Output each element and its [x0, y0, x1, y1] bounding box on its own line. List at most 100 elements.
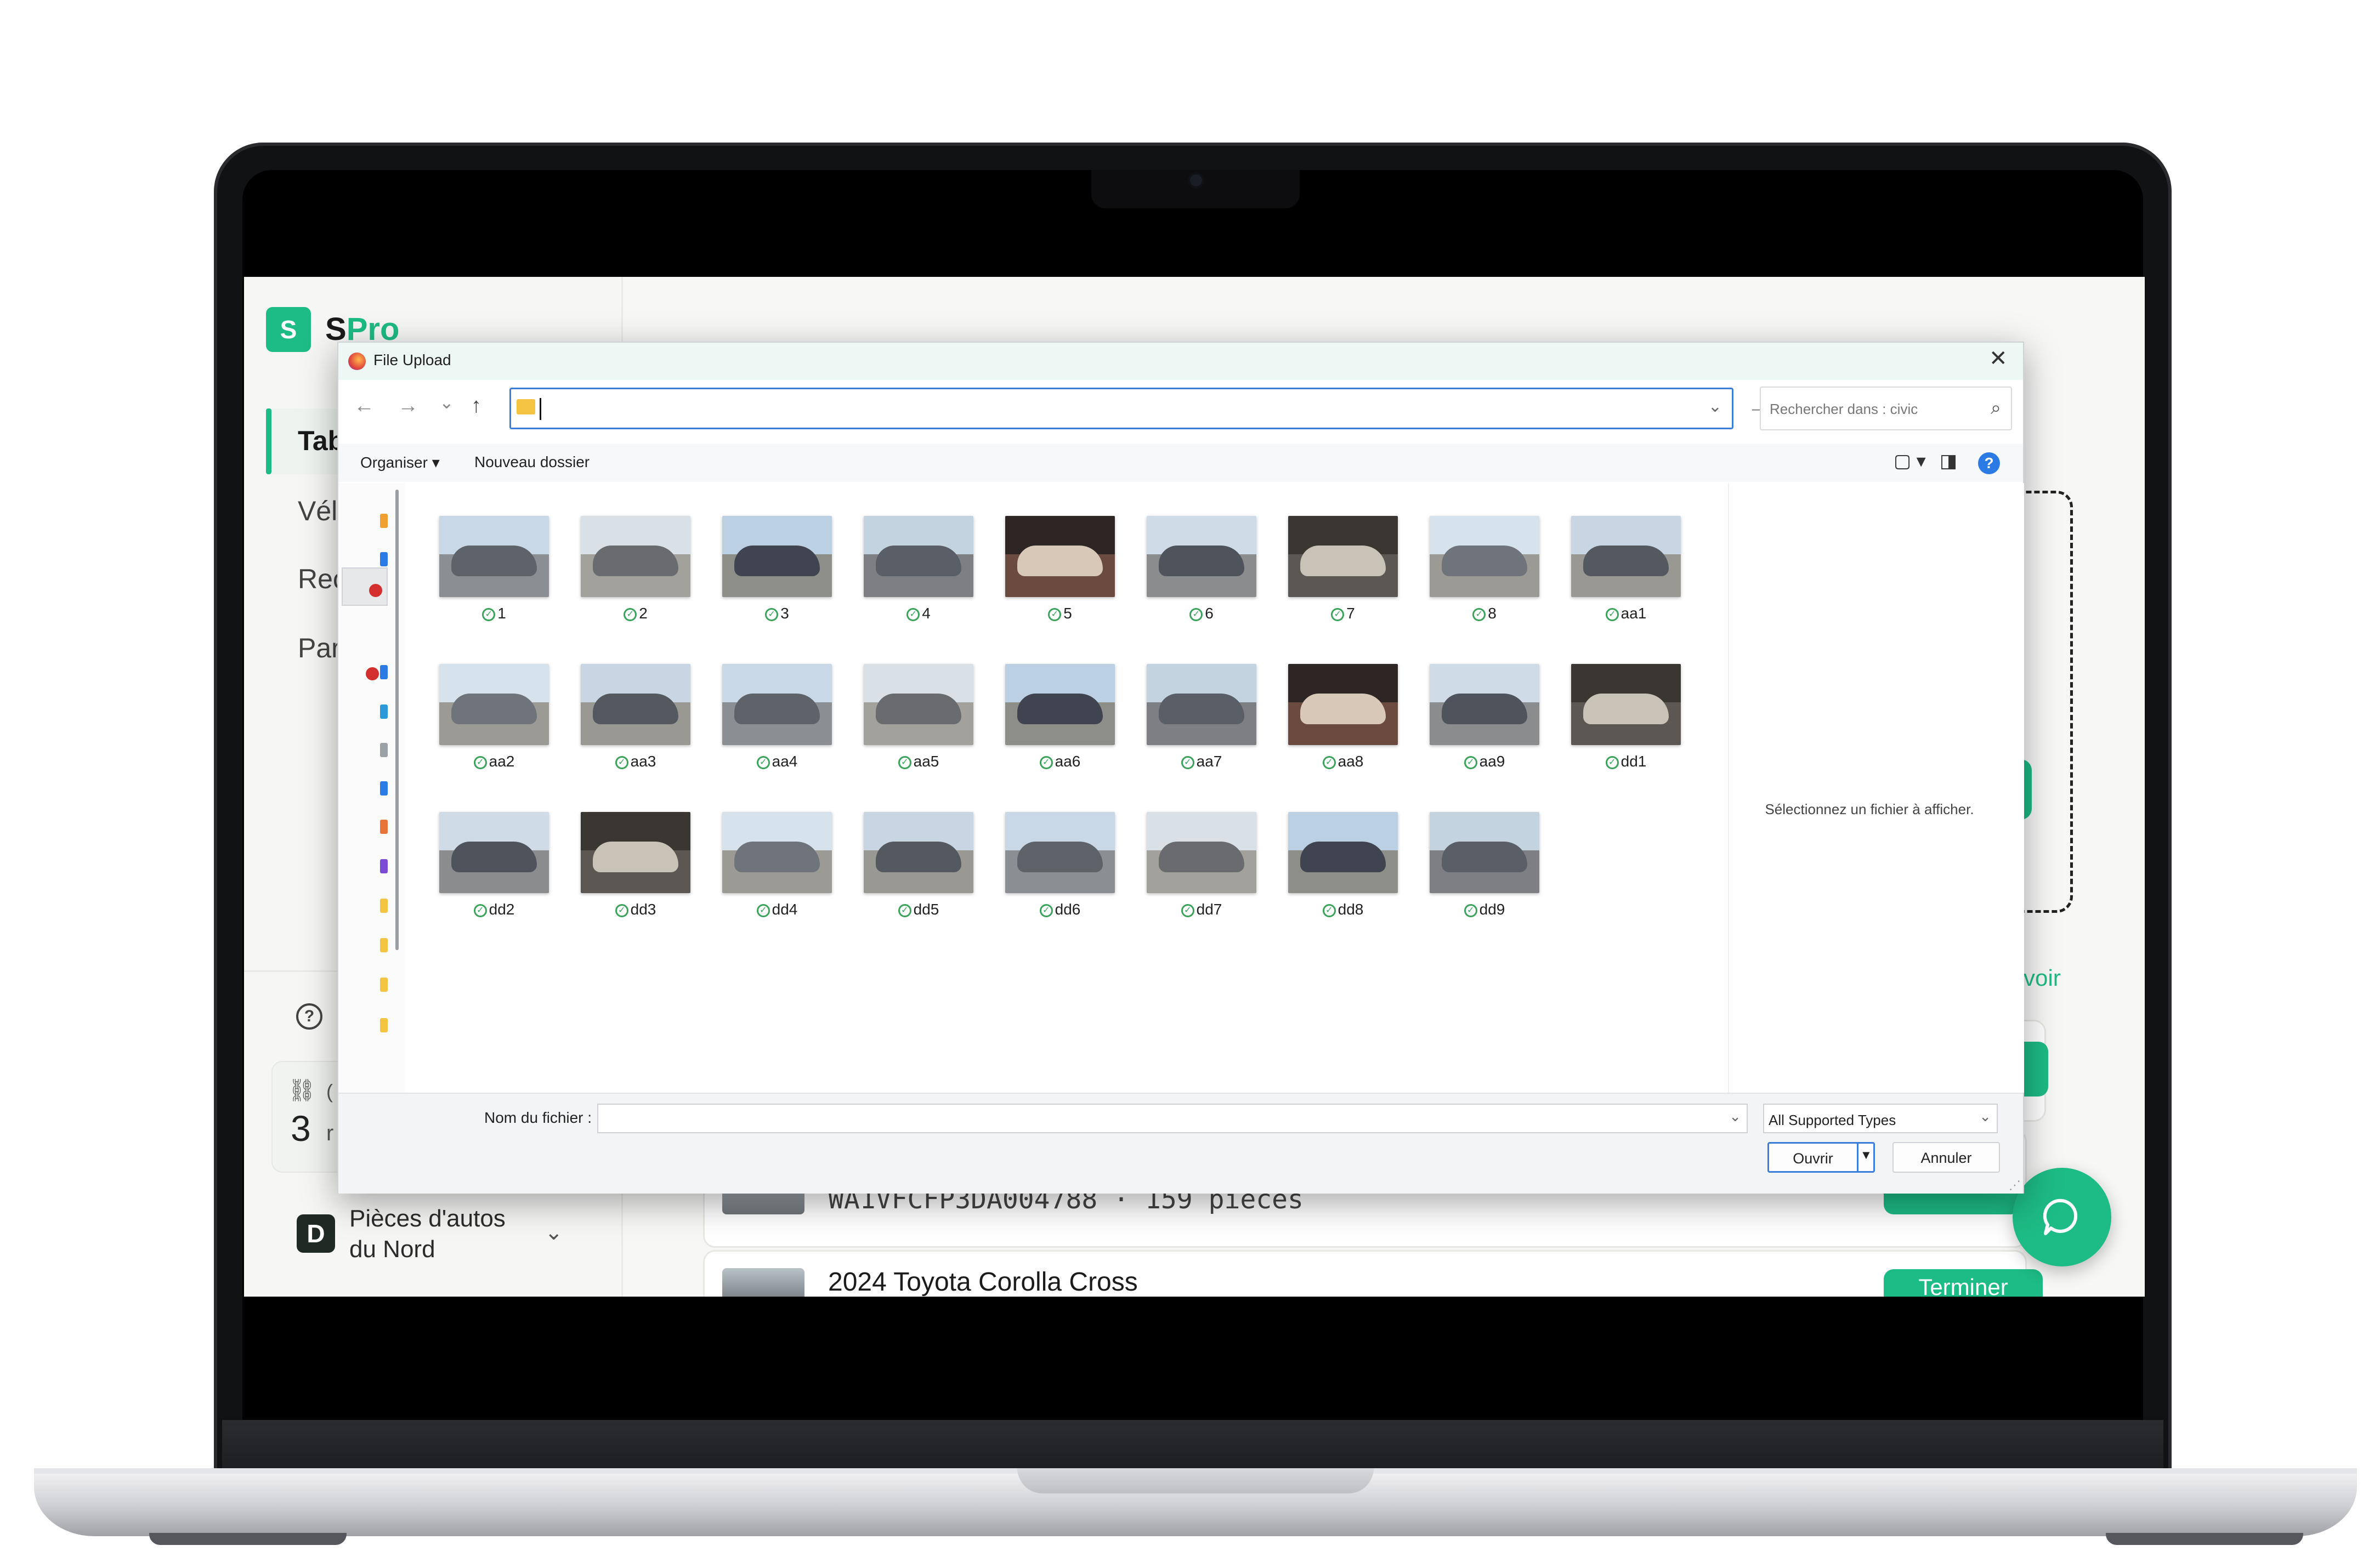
music-icon[interactable] [380, 820, 388, 834]
cancel-button[interactable]: Annuler [1892, 1142, 2000, 1173]
text-cursor [540, 398, 541, 420]
file-tile[interactable]: ✓ 4 [864, 516, 973, 626]
file-tile[interactable]: ✓ aa6 [1005, 664, 1115, 774]
file-name-label: ✓ 7 [1288, 605, 1398, 622]
image-thumbnail [1571, 664, 1681, 745]
file-tile[interactable]: ✓ 1 [439, 516, 549, 626]
file-tile[interactable]: ✓ aa8 [1288, 664, 1398, 774]
file-tile[interactable]: ✓ dd1 [1571, 664, 1681, 774]
file-name: aa1 [1620, 605, 1647, 622]
file-tile[interactable]: ✓ 7 [1288, 516, 1398, 626]
folder-icon[interactable] [380, 938, 388, 952]
file-tile[interactable]: ✓ 2 [581, 516, 690, 626]
file-tile[interactable]: ✓ 8 [1430, 516, 1539, 626]
image-thumbnail [581, 664, 690, 745]
file-tile[interactable]: ✓ dd5 [864, 812, 973, 922]
file-tile[interactable]: ✓ aa5 [864, 664, 973, 774]
close-icon[interactable]: ✕ [1989, 346, 2008, 371]
file-tile[interactable]: ✓ 5 [1005, 516, 1115, 626]
app-screen: S SPro Tab Vél Rec Par ? ⛓ ( 3 r D Pièce… [244, 277, 2145, 1297]
sidebar-item-vehicles[interactable]: Vél [298, 495, 337, 527]
org-name-line1: Pièces d'autos [349, 1205, 506, 1232]
filename-input[interactable]: ⌄ [597, 1104, 1748, 1133]
pc-icon[interactable] [380, 705, 388, 719]
file-name: dd8 [1338, 901, 1364, 918]
address-bar[interactable]: ⌄ [509, 388, 1733, 429]
organize-menu[interactable]: Organiser ▾ [360, 453, 440, 471]
file-name: 2 [639, 605, 648, 622]
see-all-link[interactable]: voir [2024, 965, 2061, 991]
forward-icon[interactable]: → [398, 394, 418, 418]
open-button-label: Ouvrir [1793, 1150, 1833, 1167]
caret-down-icon[interactable]: ▼ [1860, 1148, 1872, 1162]
downloads-icon[interactable] [380, 781, 388, 796]
sync-ok-icon: ✓ [1322, 755, 1336, 769]
file-name: aa2 [489, 753, 515, 770]
sync-ok-icon: ✓ [1048, 607, 1062, 621]
back-icon[interactable]: ← [354, 394, 375, 418]
chevron-down-icon[interactable]: ⌄ [545, 1220, 563, 1245]
file-tile[interactable]: ✓ aa4 [722, 664, 832, 774]
file-tile[interactable]: ✓ dd8 [1288, 812, 1398, 922]
file-name-label: ✓ dd8 [1288, 901, 1398, 918]
navigation-scrollbar[interactable] [395, 490, 399, 950]
file-tile[interactable]: ✓ aa3 [581, 664, 690, 774]
file-tile[interactable]: ✓ dd4 [722, 812, 832, 922]
sidebar-item-parts[interactable]: Par [298, 632, 341, 664]
file-tile[interactable]: ✓ dd2 [439, 812, 549, 922]
org-name[interactable]: Pièces d'autos du Nord [349, 1203, 506, 1265]
file-grid: ✓ 1 ✓ 2 ✓ 3 ✓ 4 ✓ 5 ✓ 6 ✓ 7 ✓ 8 ✓ aa1 ✓ aa2 ✓ aa3 ✓ aa4 ✓ aa5 ✓ aa6… [406, 483, 1728, 1093]
new-folder-button[interactable]: Nouveau dossier [474, 453, 590, 471]
sync-ok-icon: ✓ [1472, 607, 1486, 621]
sync-ok-icon: ✓ [1322, 904, 1336, 917]
search-input[interactable]: Rechercher dans : civic ⌕ [1760, 387, 2012, 430]
onedrive-icon[interactable] [380, 665, 388, 679]
file-name-label: ✓ dd1 [1571, 753, 1681, 770]
help-icon[interactable]: ? [1978, 452, 2000, 474]
file-tile[interactable]: ✓ aa7 [1147, 664, 1256, 774]
laptop-hinge [222, 1420, 2163, 1470]
image-thumbnail [1430, 664, 1539, 745]
view-options-icon[interactable]: ▢ ▾ [1894, 450, 1926, 472]
up-folder-icon[interactable]: ↑ [471, 394, 481, 418]
file-tile[interactable]: ✓ dd9 [1430, 812, 1539, 922]
file-tile[interactable]: ✓ 3 [722, 516, 832, 626]
folder-icon[interactable] [380, 1018, 388, 1032]
image-thumbnail [1147, 516, 1256, 597]
desktop-icon[interactable] [380, 552, 388, 566]
drive-icon[interactable] [380, 743, 388, 757]
file-name: aa7 [1196, 753, 1222, 770]
file-tile[interactable]: ✓ dd3 [581, 812, 690, 922]
file-name: dd4 [772, 901, 798, 918]
file-tile[interactable]: ✓ dd7 [1147, 812, 1256, 922]
file-tile[interactable]: ✓ 6 [1147, 516, 1256, 626]
resize-grip-icon[interactable]: ⋰ [2009, 1178, 2021, 1192]
org-avatar: D [297, 1214, 335, 1253]
chevron-down-icon[interactable]: ⌄ [1729, 1108, 1741, 1125]
file-tile[interactable]: ✓ aa1 [1571, 516, 1681, 626]
search-placeholder: Rechercher dans : civic [1770, 401, 1918, 417]
firefox-icon [348, 353, 366, 370]
car-photo [1159, 842, 1244, 872]
preview-pane-icon[interactable]: ◨ [1940, 450, 1957, 472]
folder-icon[interactable] [380, 899, 388, 913]
filetype-select[interactable]: All Supported Types ⌄ [1763, 1104, 1998, 1133]
image-thumbnail [439, 812, 549, 893]
quick-access-icon[interactable] [380, 514, 388, 528]
folder-icon[interactable] [380, 978, 388, 992]
car-photo [734, 546, 820, 576]
help-icon[interactable]: ? [296, 1003, 322, 1030]
file-tile[interactable]: ✓ aa2 [439, 664, 549, 774]
finish-button[interactable]: Terminer [1884, 1269, 2043, 1297]
open-button[interactable]: Ouvrir ▼ [1767, 1142, 1875, 1173]
file-name-label: ✓ dd4 [722, 901, 832, 918]
videos-icon[interactable] [380, 859, 388, 873]
file-tile[interactable]: ✓ aa9 [1430, 664, 1539, 774]
chevron-down-icon[interactable]: ⌄ [1708, 397, 1722, 416]
file-tile[interactable]: ✓ dd6 [1005, 812, 1115, 922]
chat-button[interactable] [2013, 1168, 2111, 1266]
recent-locations-icon[interactable]: ⌄ [439, 392, 454, 413]
sync-ok-icon: ✓ [1039, 755, 1053, 769]
camera-icon [1190, 174, 1202, 186]
image-thumbnail [1288, 812, 1398, 893]
